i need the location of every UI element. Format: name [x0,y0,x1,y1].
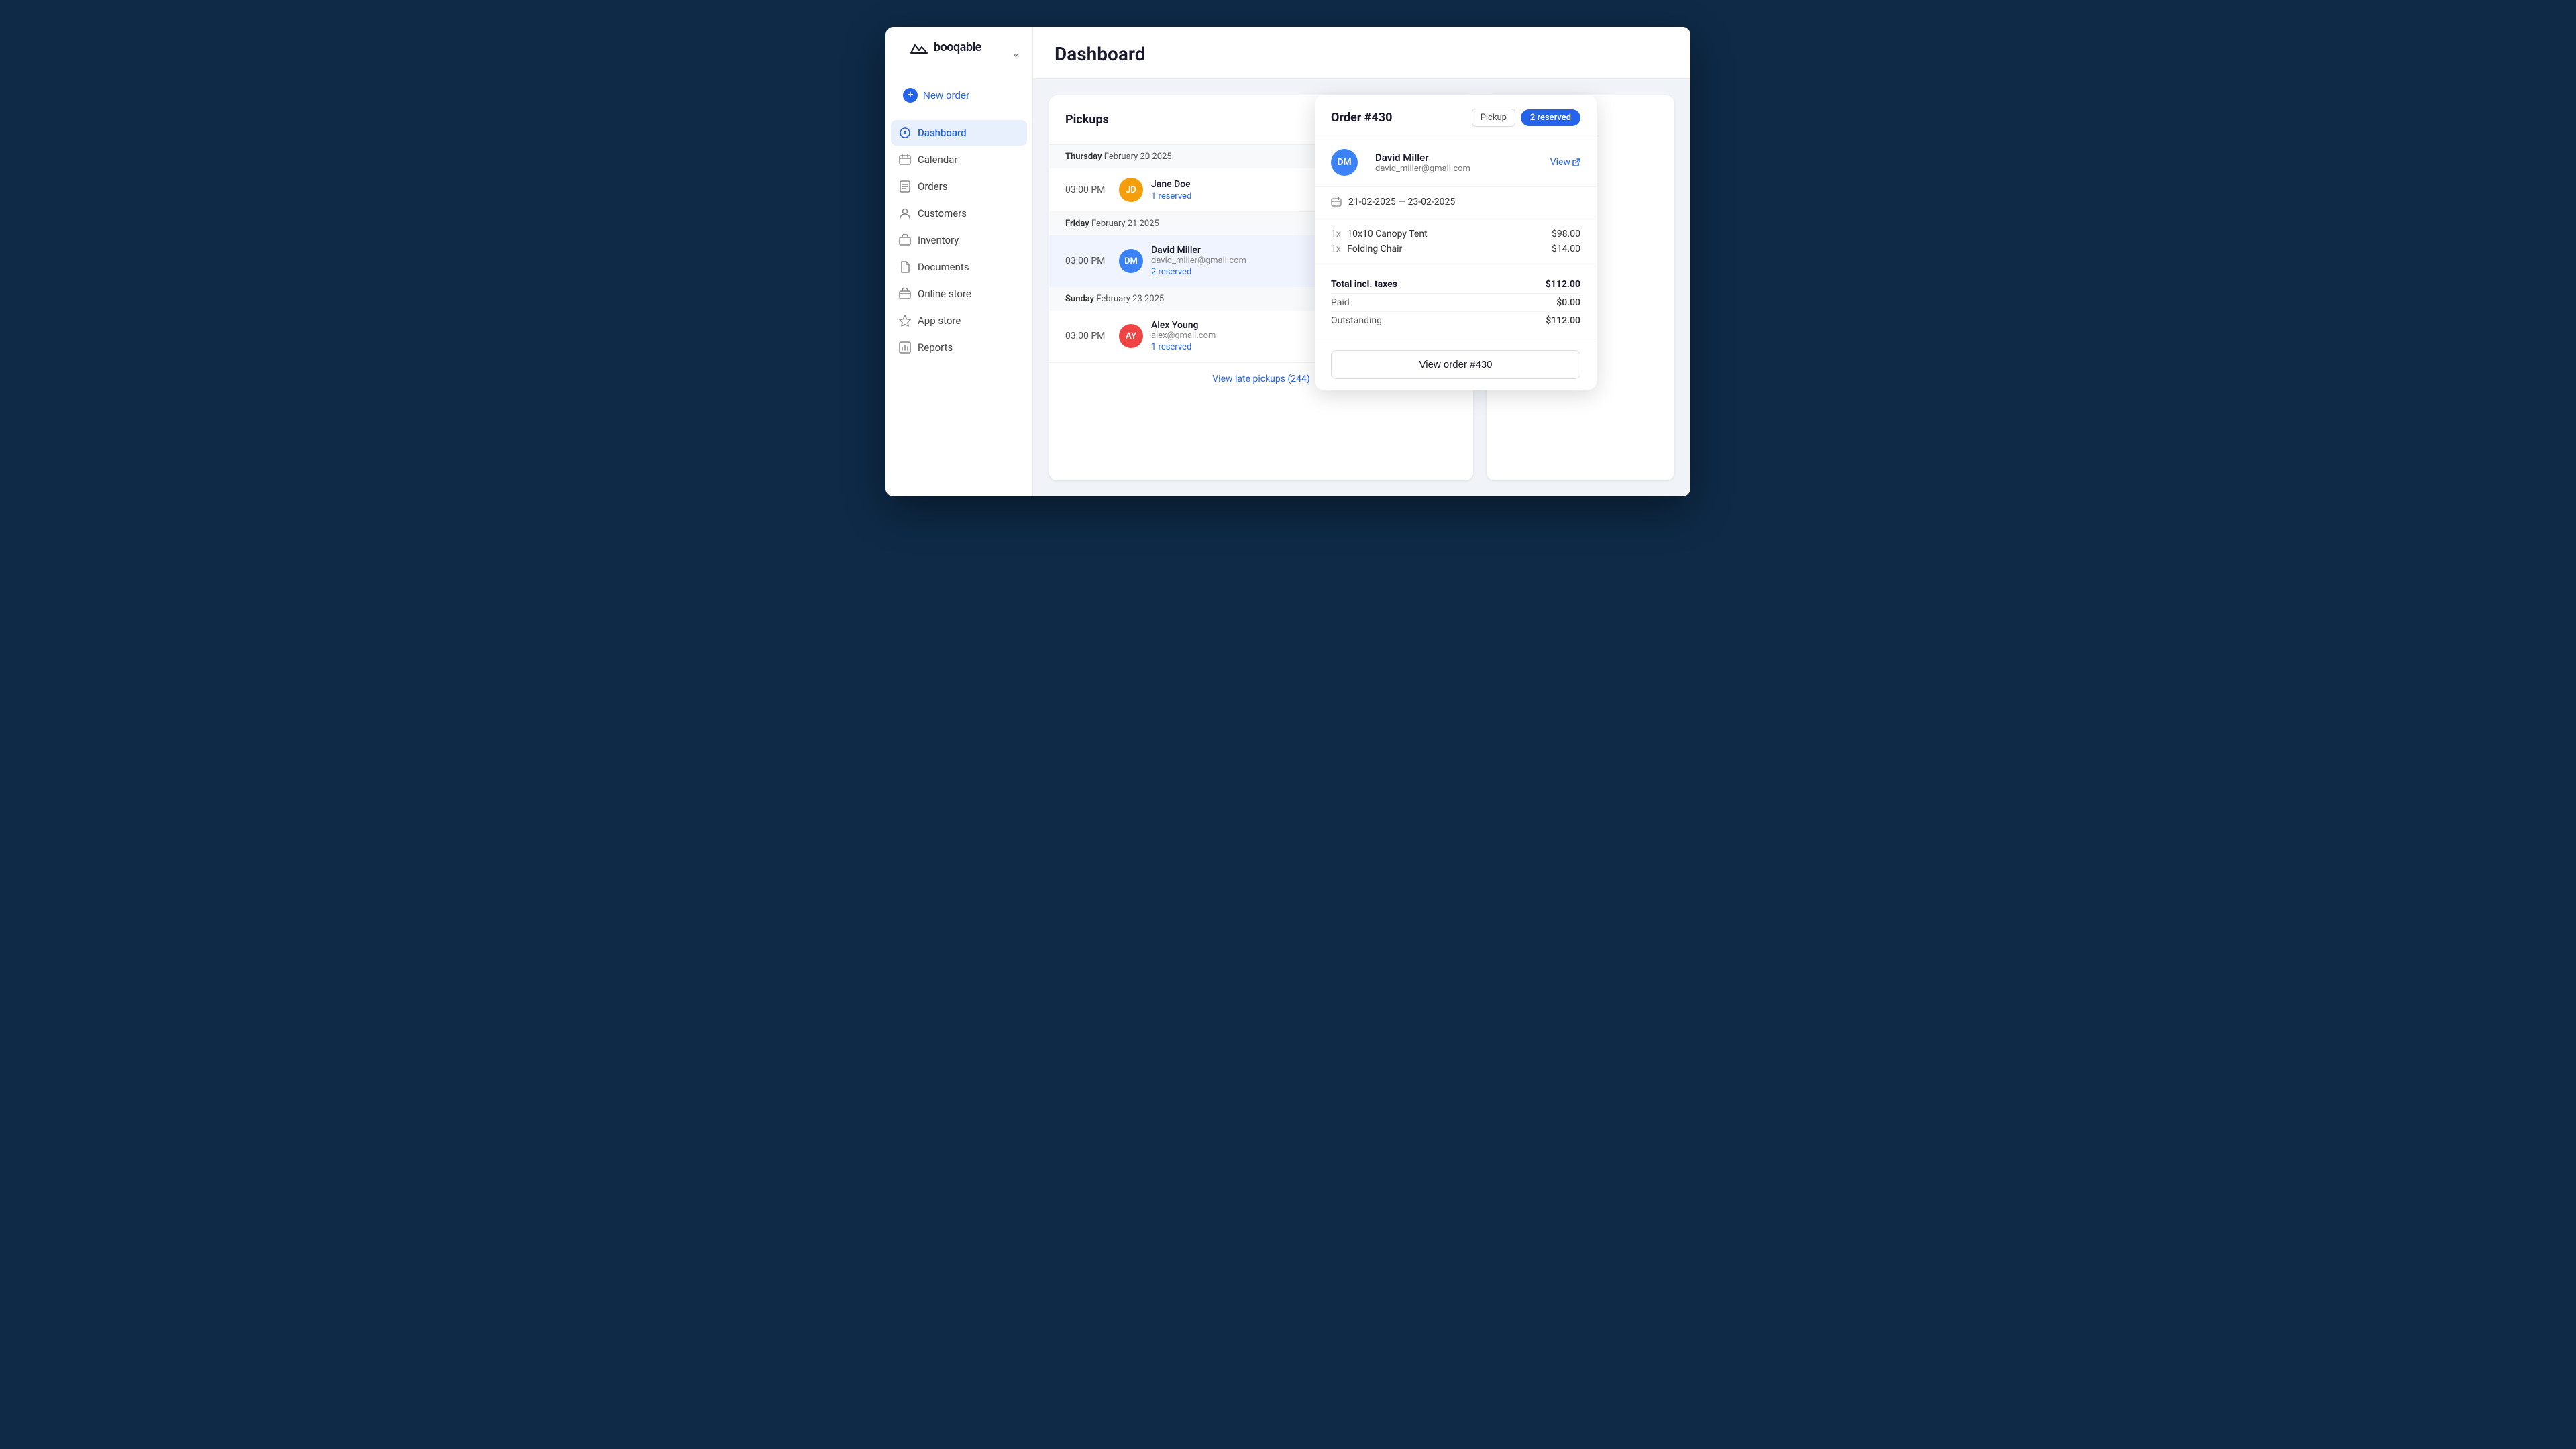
total-incl-label: Total incl. taxes [1331,279,1397,290]
total-incl-value: $112.00 [1546,279,1580,290]
reports-icon [899,341,911,354]
collapse-sidebar-button[interactable]: « [1011,46,1022,62]
order-item-chair: 1x Folding Chair $14.00 [1331,241,1580,256]
paid-label: Paid [1331,297,1350,308]
pickups-title: Pickups [1065,113,1109,127]
sidebar-header: booqable « [885,40,1032,81]
date-rest-fri: February 21 2025 [1091,219,1159,229]
calendar-dates-icon [1331,197,1342,207]
view-customer-link[interactable]: View [1550,157,1580,168]
dashboard-icon [899,127,911,139]
plus-icon: + [903,88,918,103]
chevron-left-icon: « [1014,49,1019,60]
paid-row: Paid $0.00 [1331,294,1580,312]
order-items: 1x 10x10 Canopy Tent $98.00 1x Folding C… [1315,217,1597,266]
order-item-chair-price: $14.00 [1552,244,1580,254]
customer-email: david_miller@gmail.com [1375,164,1550,174]
paid-value: $0.00 [1556,297,1580,308]
documents-icon [899,261,911,273]
badge-reserved: 2 reserved [1521,109,1580,126]
order-customer: DM David Miller david_miller@gmail.com V… [1315,138,1597,187]
sidebar: booqable « + New order Dashboard [885,27,1033,496]
logo-icon [910,41,928,54]
main-content: Dashboard Pickups Run re [1033,27,1690,496]
sidebar-item-reports[interactable]: Reports [891,335,1027,360]
sidebar-item-documents-label: Documents [918,261,969,273]
sidebar-item-orders[interactable]: Orders [891,174,1027,199]
date-day-fri: Friday [1065,219,1089,229]
sidebar-item-app-store[interactable]: App store [891,308,1027,333]
sidebar-item-orders-label: Orders [918,180,948,193]
order-customer-avatar: DM [1331,149,1358,176]
date-day-sun: Sunday [1065,294,1094,304]
outstanding-label: Outstanding [1331,315,1382,326]
sidebar-item-documents[interactable]: Documents [891,254,1027,280]
app-window: booqable « + New order Dashboard [885,27,1690,496]
sidebar-item-calendar-label: Calendar [918,154,958,166]
customer-name: David Miller [1375,152,1550,164]
pickup-time-david: 03:00 PM [1065,256,1119,266]
content-area: Pickups Run re Thursday Februar [1033,79,1690,496]
page-title: Dashboard [1055,43,1669,65]
app-store-icon [899,315,911,327]
outstanding-row: Outstanding $112.00 [1331,312,1580,329]
badge-pickup: Pickup [1472,109,1515,127]
sidebar-item-app-store-label: App store [918,315,961,327]
avatar-david: DM [1119,249,1143,273]
sidebar-item-inventory-label: Inventory [918,234,959,246]
orders-icon [899,180,911,193]
avatar-jane: JD [1119,178,1143,202]
page-header: Dashboard [1033,27,1690,79]
date-day-thu: Thursday [1065,152,1102,162]
sidebar-item-online-store-label: Online store [918,288,971,300]
sidebar-item-inventory[interactable]: Inventory [891,227,1027,253]
sidebar-nav: Dashboard Calendar [885,120,1032,360]
calendar-icon [899,154,911,166]
order-dates: 21-02-2025 — 23-02-2025 [1315,187,1597,217]
pickup-time-jane: 03:00 PM [1065,184,1119,195]
order-item-canopy: 1x 10x10 Canopy Tent $98.00 [1331,227,1580,241]
order-popup: Order #430 Pickup 2 reserved DM David Mi… [1315,95,1597,390]
sidebar-item-customers[interactable]: Customers [891,201,1027,226]
view-order-button[interactable]: View order #430 [1331,350,1580,379]
order-date-range: 21-02-2025 — 23-02-2025 [1348,197,1455,207]
order-item-canopy-price: $98.00 [1552,229,1580,239]
sidebar-item-customers-label: Customers [918,207,967,219]
order-action: View order #430 [1315,339,1597,390]
outstanding-value: $112.00 [1546,315,1580,326]
avatar-alex: AY [1119,324,1143,348]
date-rest-sun: February 23 2025 [1096,294,1164,304]
customer-info: David Miller david_miller@gmail.com [1375,152,1550,174]
order-popup-header: Order #430 Pickup 2 reserved [1315,95,1597,138]
sidebar-item-dashboard-label: Dashboard [918,127,967,139]
order-badges: Pickup 2 reserved [1472,109,1580,127]
new-order-label: New order [923,90,969,101]
order-number: Order #430 [1331,111,1392,125]
sidebar-item-online-store[interactable]: Online store [891,281,1027,307]
date-rest-thu: February 20 2025 [1104,152,1172,162]
external-link-icon [1572,158,1580,166]
pickup-time-alex: 03:00 PM [1065,331,1119,341]
online-store-icon [899,288,911,300]
logo-text: booqable [934,40,981,54]
customers-icon [899,207,911,219]
inventory-icon [899,234,911,246]
total-incl-taxes-row: Total incl. taxes $112.00 [1331,276,1580,294]
sidebar-item-dashboard[interactable]: Dashboard [891,120,1027,146]
order-totals: Total incl. taxes $112.00 Paid $0.00 Out… [1315,266,1597,339]
sidebar-item-calendar[interactable]: Calendar [891,147,1027,172]
new-order-button[interactable]: + New order [894,81,1024,109]
logo: booqable [896,40,995,68]
sidebar-item-reports-label: Reports [918,341,953,354]
